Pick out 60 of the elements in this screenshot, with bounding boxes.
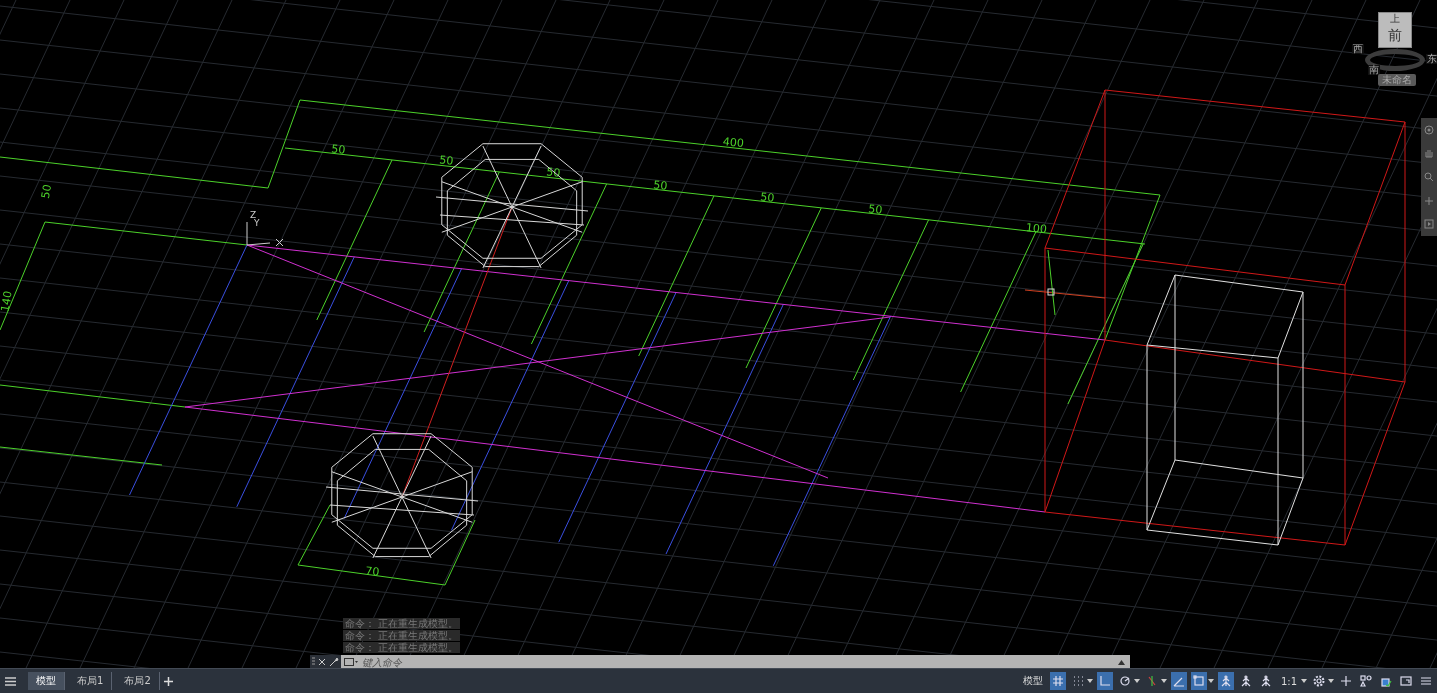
cube-front-label: 前 (1388, 28, 1402, 42)
axis-label: Z (250, 210, 257, 220)
figure-icon (1259, 675, 1272, 687)
osnap-icon (1192, 675, 1205, 687)
caret-icon[interactable] (1301, 679, 1307, 683)
layout-tab[interactable]: 模型 (28, 672, 65, 690)
isolate-icon (1360, 675, 1372, 687)
osnap-track-toggle[interactable] (1170, 672, 1187, 690)
caret-icon[interactable] (1207, 679, 1214, 683)
view-cube[interactable]: 上 前 (1378, 12, 1412, 48)
grip-icon[interactable] (311, 657, 315, 667)
fullscreen-icon (1400, 675, 1412, 687)
status-button[interactable]: 模型 (1019, 672, 1046, 690)
ortho-toggle[interactable] (1096, 672, 1113, 690)
ortho-icon (1098, 675, 1111, 687)
osnap-toggle[interactable] (1190, 672, 1207, 690)
crosshair-cursor-icon (1024, 249, 1106, 316)
compass-label: 南 (1368, 65, 1380, 75)
status-button[interactable]: 1:1 (1277, 672, 1300, 690)
cube-top-label: 上 (1390, 14, 1400, 24)
menu-icon[interactable] (5, 676, 16, 686)
dimension-text: 70 (364, 564, 380, 579)
plus-icon (1340, 675, 1352, 687)
dimension-text: 50 (652, 178, 668, 193)
menu-icon (1420, 675, 1432, 687)
dimension-text: 50 (330, 142, 346, 157)
polar-icon (1118, 675, 1131, 687)
isolate-toggle[interactable] (1358, 672, 1374, 690)
dimension-text: 50 (438, 153, 454, 168)
axis-label: Y (254, 218, 260, 228)
dimension-text: 100 (1025, 220, 1048, 237)
layout-tab[interactable]: 布局2 (116, 672, 160, 690)
ucs-icon (246, 221, 284, 247)
gear-icon (1313, 675, 1325, 687)
wrench-icon[interactable] (329, 657, 340, 667)
close-icon[interactable] (318, 658, 326, 666)
grid-icon (1051, 675, 1064, 687)
caret-icon[interactable] (1133, 679, 1140, 683)
dimension-text: 400 (722, 134, 745, 151)
history-arrow-icon[interactable] (1118, 659, 1125, 665)
dimension-text: 50 (545, 165, 561, 180)
grid-toggle[interactable] (1049, 672, 1066, 690)
add-icon[interactable] (163, 676, 173, 686)
command-prompt-icon[interactable] (344, 658, 358, 666)
layout-tab[interactable]: 布局1 (69, 672, 113, 690)
dimension-text: 50 (759, 190, 775, 205)
dimension-text: 140 (0, 289, 15, 313)
compass-label: 西 (1352, 44, 1364, 54)
zoom-icon[interactable] (1424, 172, 1434, 182)
dimension-text: 50 (38, 183, 55, 200)
snap-icon (1071, 675, 1084, 687)
compass-label: 东 (1426, 54, 1437, 64)
annotation-visible-toggle[interactable] (1217, 672, 1234, 690)
caret-icon[interactable] (1160, 679, 1167, 683)
hardware-icon (1380, 675, 1392, 687)
osnap-track-icon (1172, 675, 1185, 687)
annotation-visible-icon (1219, 675, 1232, 687)
caret-icon[interactable] (1086, 679, 1093, 683)
dimension-text: 50 (867, 202, 883, 217)
caret-icon[interactable] (1328, 679, 1334, 683)
